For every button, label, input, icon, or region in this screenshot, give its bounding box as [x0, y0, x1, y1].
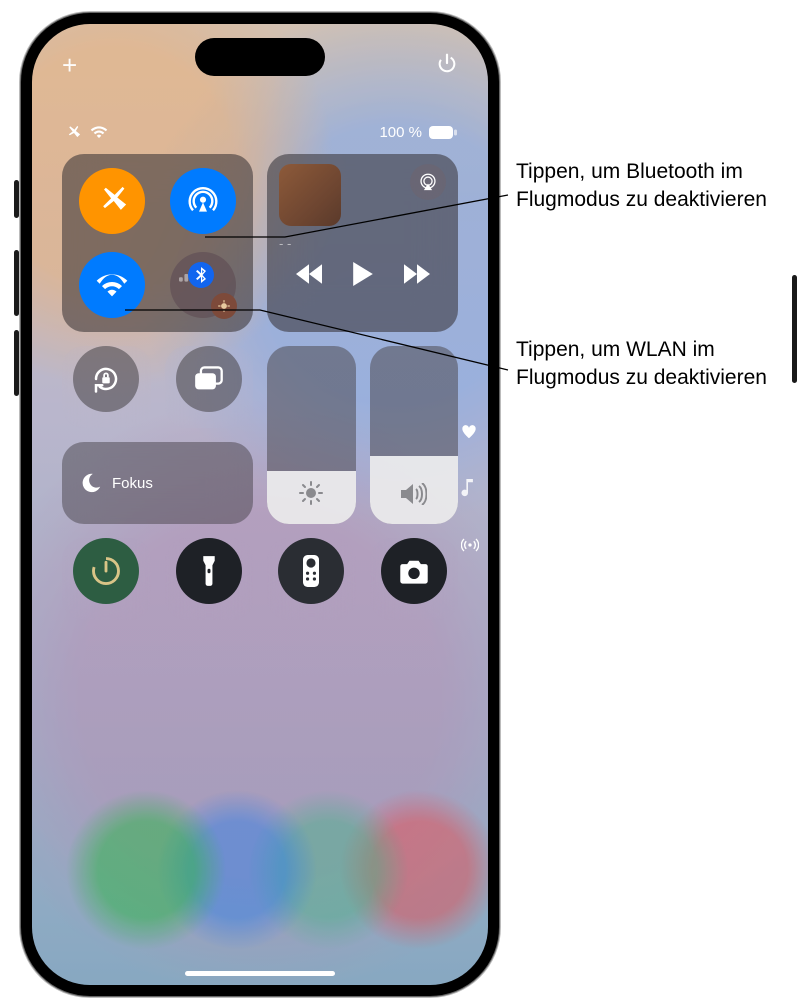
add-controls-button[interactable]: + — [62, 50, 77, 81]
power-button[interactable] — [436, 52, 458, 74]
cellular-bluetooth-group[interactable] — [170, 252, 236, 318]
satellite-icon — [217, 299, 231, 313]
timer-button[interactable] — [73, 538, 139, 604]
home-indicator[interactable] — [185, 971, 335, 976]
music-note-icon[interactable] — [461, 479, 475, 497]
flashlight-button[interactable] — [176, 538, 242, 604]
airdrop-icon — [187, 185, 219, 217]
callout-bluetooth: Tippen, um Bluetooth im Flugmodus zu dea… — [516, 158, 806, 215]
connectivity-tile — [62, 154, 253, 332]
timer-cell — [62, 538, 151, 620]
speaker-icon — [401, 483, 427, 510]
screen-mirroring-icon — [194, 366, 224, 392]
forward-icon[interactable] — [404, 264, 430, 284]
play-icon[interactable] — [352, 262, 374, 286]
satellite-mini-button[interactable] — [211, 293, 237, 319]
moon-icon — [80, 472, 102, 494]
dynamic-island — [195, 38, 325, 76]
volume-up-hardware — [14, 250, 19, 316]
flashlight-icon — [201, 556, 217, 586]
focus-label: Fokus — [112, 475, 153, 492]
sun-icon — [299, 481, 323, 510]
rewind-icon[interactable] — [296, 264, 322, 284]
rotation-lock-icon — [91, 364, 121, 394]
camera-button[interactable] — [381, 538, 447, 604]
volume-slider[interactable] — [370, 346, 459, 524]
screen-mirroring-button[interactable] — [176, 346, 242, 412]
battery-icon — [428, 125, 458, 140]
media-title: - - — [279, 236, 446, 251]
wifi-button[interactable] — [79, 252, 145, 318]
camera-cell — [370, 538, 459, 620]
focus-button[interactable]: Fokus — [62, 442, 253, 524]
mute-switch — [14, 180, 19, 218]
airplay-icon — [418, 173, 438, 191]
screen-mirroring-cell — [165, 346, 254, 428]
iphone-frame: + 100 % — [20, 12, 500, 997]
status-indicators: 100 % — [32, 122, 488, 146]
control-center: - - — [62, 154, 458, 620]
airplay-button[interactable] — [410, 164, 446, 200]
bluetooth-icon — [195, 267, 207, 283]
apple-tv-remote-button[interactable] — [278, 538, 344, 604]
volume-down-hardware — [14, 330, 19, 396]
broadcast-icon[interactable] — [461, 537, 479, 553]
timer-icon — [91, 556, 121, 586]
screen: + 100 % — [32, 24, 488, 985]
remote-cell — [267, 538, 356, 620]
airplane-icon — [97, 186, 127, 216]
heart-icon[interactable] — [461, 424, 477, 439]
airdrop-button[interactable] — [170, 168, 236, 234]
media-artwork — [279, 164, 341, 226]
airplane-mode-button[interactable] — [79, 168, 145, 234]
page-indicator-rail — [461, 424, 479, 553]
battery-text: 100 % — [379, 124, 422, 141]
bluetooth-mini-button[interactable] — [188, 262, 214, 288]
wifi-mini-icon — [90, 125, 108, 139]
media-tile[interactable]: - - — [267, 154, 458, 332]
power-icon — [436, 52, 458, 74]
brightness-slider[interactable] — [267, 346, 356, 524]
callout-wlan: Tippen, um WLAN im Flugmodus zu deaktivi… — [516, 336, 796, 393]
remote-icon — [303, 555, 319, 587]
orientation-lock-cell — [62, 346, 151, 428]
airplane-mini-icon — [66, 124, 82, 140]
camera-icon — [398, 558, 430, 584]
wifi-icon — [96, 272, 128, 298]
flashlight-cell — [165, 538, 254, 620]
orientation-lock-button[interactable] — [73, 346, 139, 412]
